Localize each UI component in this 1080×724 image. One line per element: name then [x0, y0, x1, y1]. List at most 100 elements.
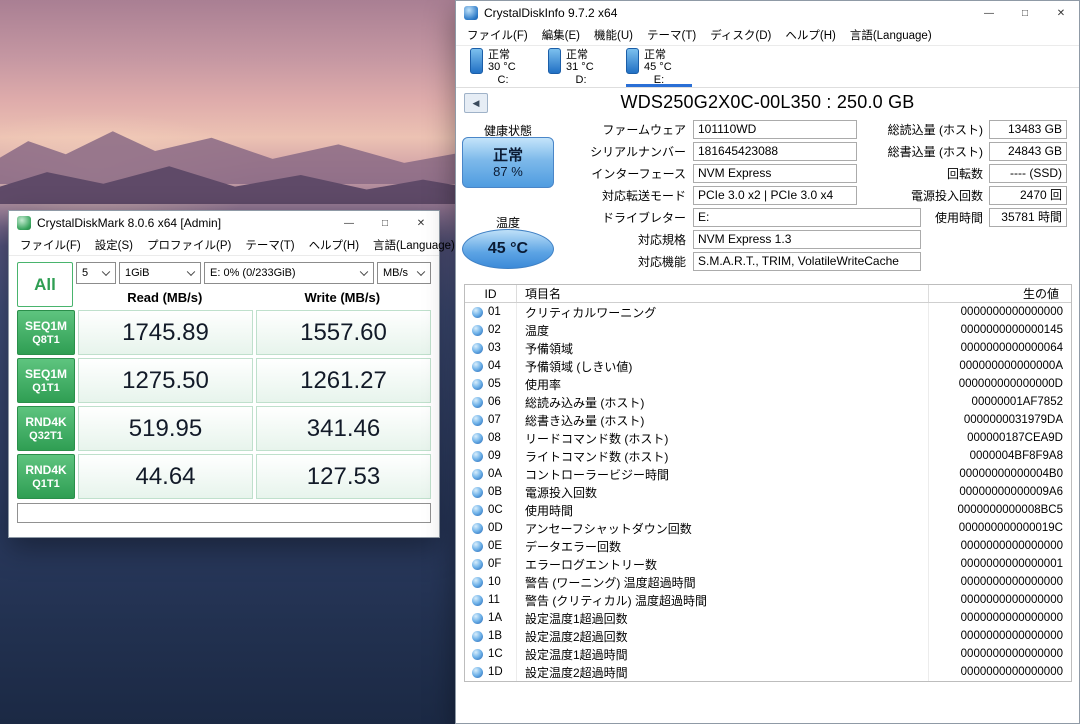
info-label: 電源投入回数: [861, 187, 989, 204]
attribute-status-orb-icon: [472, 577, 483, 588]
attribute-id: 06: [488, 396, 501, 408]
drive-tab[interactable]: 正常 31 °C D:: [548, 48, 614, 87]
attribute-raw-value: 000000000000000D: [929, 375, 1071, 393]
maximize-icon[interactable]: □: [367, 211, 403, 235]
smart-row[interactable]: 1D 設定温度2超過時間 0000000000000000: [465, 663, 1071, 681]
attribute-status-orb-icon: [472, 613, 483, 624]
smart-row[interactable]: 03 予備領域 0000000000000064: [465, 339, 1071, 357]
comment-field[interactable]: [17, 503, 431, 523]
smart-row[interactable]: 06 総読み込み量 (ホスト) 00000001AF7852: [465, 393, 1071, 411]
smart-row[interactable]: 02 温度 0000000000000145: [465, 321, 1071, 339]
smart-row[interactable]: 0E データエラー回数 0000000000000000: [465, 537, 1071, 555]
smart-row[interactable]: 0F エラーログエントリー数 0000000000000001: [465, 555, 1071, 573]
attribute-name: 予備領域: [517, 339, 929, 357]
smart-row[interactable]: 09 ライトコマンド数 (ホスト) 0000004BF8F9A8: [465, 447, 1071, 465]
attribute-id: 1C: [488, 648, 503, 660]
read-result-value: 1745.89: [78, 310, 253, 355]
cdi-menu-item[interactable]: 言語(Language): [843, 27, 939, 43]
drive-tab[interactable]: 正常 45 °C E:: [626, 48, 692, 87]
info-row: 対応機能 S.M.A.R.T., TRIM, VolatileWriteCach…: [456, 250, 934, 272]
test-size-value: 1GiB: [125, 267, 149, 279]
target-drive-dropdown[interactable]: E: 0% (0/233GiB): [204, 262, 374, 284]
smart-header-name: 項目名: [517, 285, 929, 302]
cdm-titlebar: CrystalDiskMark 8.0.6 x64 [Admin] — □ ✕: [9, 211, 439, 235]
attribute-id: 08: [488, 432, 501, 444]
smart-row[interactable]: 10 警告 (ワーニング) 温度超過時間 0000000000000000: [465, 573, 1071, 591]
cdi-menu-item[interactable]: 機能(U): [587, 27, 640, 43]
test-name: RND4K: [25, 416, 66, 429]
cdm-menu-item[interactable]: ヘルプ(H): [302, 237, 366, 253]
smart-row[interactable]: 11 警告 (クリティカル) 温度超過時間 0000000000000000: [465, 591, 1071, 609]
attribute-status-orb-icon: [472, 469, 483, 480]
smart-row[interactable]: 0C 使用時間 0000000000008BC5: [465, 501, 1071, 519]
cdm-menu-item[interactable]: 言語(Language): [366, 237, 462, 253]
attribute-raw-value: 0000000031979DA: [929, 411, 1071, 429]
run-test-button[interactable]: SEQ1M Q1T1: [17, 358, 75, 403]
close-icon[interactable]: ✕: [1043, 1, 1079, 25]
cdi-menu-item[interactable]: 編集(E): [535, 27, 587, 43]
test-name: SEQ1M: [25, 320, 67, 333]
cdi-menu-item[interactable]: テーマ(T): [640, 27, 703, 43]
test-size-dropdown[interactable]: 1GiB: [119, 262, 201, 284]
attribute-raw-value: 0000000000000001: [929, 555, 1071, 573]
cdi-window-title: CrystalDiskInfo 9.7.2 x64: [484, 6, 617, 20]
write-result-value: 127.53: [256, 454, 431, 499]
chevron-down-icon: [102, 268, 110, 276]
attribute-status-orb-icon: [472, 397, 483, 408]
cdm-menu-item[interactable]: 設定(S): [88, 237, 140, 253]
info-row: 対応規格 NVM Express 1.3: [456, 228, 934, 250]
attribute-name: 電源投入回数: [517, 483, 929, 501]
drive-health-icon: [470, 48, 483, 74]
info-value: 2470 回: [989, 186, 1067, 205]
back-button[interactable]: ◀: [464, 93, 488, 113]
minimize-icon[interactable]: —: [971, 1, 1007, 25]
close-icon[interactable]: ✕: [403, 211, 439, 235]
attribute-id: 1B: [488, 630, 502, 642]
test-name: SEQ1M: [25, 368, 67, 381]
cdi-menu-item[interactable]: ファイル(F): [460, 27, 535, 43]
cdm-test-rows: SEQ1M Q8T1 1745.89 1557.60 SEQ1M Q1T1 12…: [17, 310, 431, 499]
smart-row[interactable]: 0D アンセーフシャットダウン回数 000000000000019C: [465, 519, 1071, 537]
run-test-button[interactable]: RND4K Q32T1: [17, 406, 75, 451]
back-arrow-icon: ◀: [473, 98, 480, 109]
smart-row[interactable]: 05 使用率 000000000000000D: [465, 375, 1071, 393]
smart-row[interactable]: 0B 電源投入回数 00000000000009A6: [465, 483, 1071, 501]
test-count-dropdown[interactable]: 5: [76, 262, 116, 284]
run-test-button[interactable]: RND4K Q1T1: [17, 454, 75, 499]
attribute-raw-value: 0000000000000000: [929, 609, 1071, 627]
drive-status: 正常: [566, 49, 594, 61]
info-label: インターフェース: [456, 165, 693, 182]
attribute-status-orb-icon: [472, 631, 483, 642]
smart-row[interactable]: 0A コントローラービジー時間 00000000000004B0: [465, 465, 1071, 483]
smart-row[interactable]: 07 総書き込み量 (ホスト) 0000000031979DA: [465, 411, 1071, 429]
benchmark-row: RND4K Q32T1 519.95 341.46: [17, 406, 431, 451]
maximize-icon[interactable]: □: [1007, 1, 1043, 25]
drive-letter: E:: [626, 74, 692, 86]
cdm-menu-item[interactable]: ファイル(F): [13, 237, 88, 253]
smart-row[interactable]: 1B 設定温度2超過回数 0000000000000000: [465, 627, 1071, 645]
cdi-menu-item[interactable]: ディスク(D): [703, 27, 778, 43]
minimize-icon[interactable]: —: [331, 211, 367, 235]
smart-row[interactable]: 04 予備領域 (しきい値) 000000000000000A: [465, 357, 1071, 375]
attribute-name: 使用時間: [517, 501, 929, 519]
attribute-status-orb-icon: [472, 433, 483, 444]
info-row: 使用時間 35781 時間: [861, 206, 1073, 228]
attribute-raw-value: 0000000000000145: [929, 321, 1071, 339]
attribute-status-orb-icon: [472, 415, 483, 426]
drive-tab[interactable]: 正常 30 °C C:: [470, 48, 536, 87]
unit-dropdown[interactable]: MB/s: [377, 262, 431, 284]
info-value: S.M.A.R.T., TRIM, VolatileWriteCache: [693, 252, 921, 271]
run-all-button[interactable]: All: [17, 262, 73, 307]
cdm-menu-item[interactable]: プロファイル(P): [140, 237, 238, 253]
smart-row[interactable]: 08 リードコマンド数 (ホスト) 000000187CEA9D: [465, 429, 1071, 447]
smart-row[interactable]: 1C 設定温度1超過時間 0000000000000000: [465, 645, 1071, 663]
smart-row[interactable]: 01 クリティカルワーニング 0000000000000000: [465, 303, 1071, 321]
drive-status: 正常: [644, 49, 672, 61]
cdm-menu-item[interactable]: テーマ(T): [238, 237, 301, 253]
info-row: 回転数 ---- (SSD): [861, 162, 1073, 184]
cdi-menu-item[interactable]: ヘルプ(H): [778, 27, 842, 43]
smart-row[interactable]: 1A 設定温度1超過回数 0000000000000000: [465, 609, 1071, 627]
read-result-value: 1275.50: [78, 358, 253, 403]
run-test-button[interactable]: SEQ1M Q8T1: [17, 310, 75, 355]
attribute-status-orb-icon: [472, 361, 483, 372]
